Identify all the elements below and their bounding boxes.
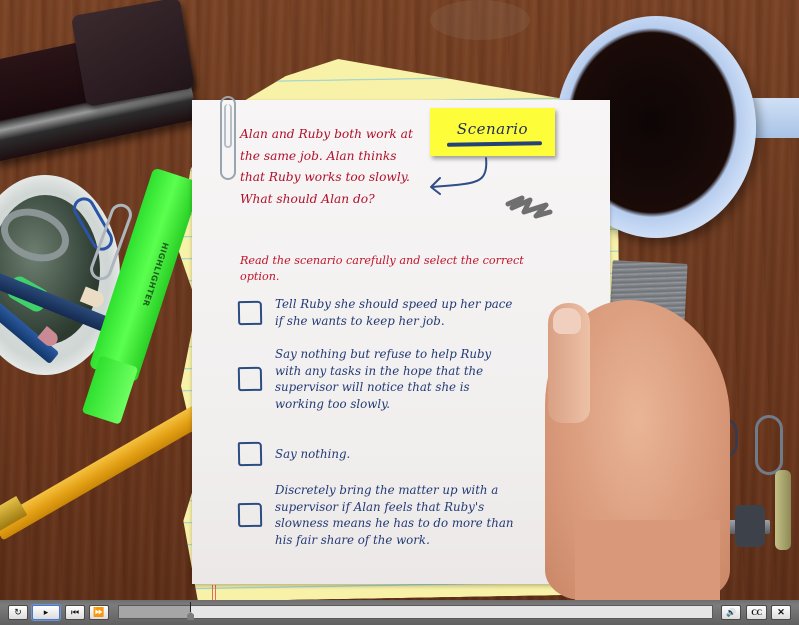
brass-key-image — [775, 470, 791, 550]
volume-icon: 🔊 — [726, 607, 736, 617]
captions-button[interactable]: CC — [746, 605, 767, 620]
fast-forward-icon: ⏩ — [93, 607, 105, 617]
option-2-checkbox[interactable] — [237, 366, 263, 392]
volume-button[interactable]: 🔊 — [721, 605, 741, 620]
paperclip-inner-loop — [224, 104, 232, 148]
lesson-stage: HIGHLIGHTER Alan and Ruby both work at t… — [0, 0, 799, 600]
option-3-label[interactable]: Say nothing. — [275, 446, 515, 463]
option-1-label[interactable]: Tell Ruby she should speed up her pace i… — [275, 296, 515, 329]
progress-scrubber-handle[interactable] — [186, 602, 195, 620]
scribble-icon — [505, 195, 553, 219]
skip-back-icon: ⏮ — [70, 607, 80, 617]
key-head-image — [735, 505, 765, 547]
previous-button[interactable]: ⏮ — [65, 605, 85, 620]
replay-icon: ↻ — [14, 607, 22, 617]
arrow-scribble-graphics — [430, 157, 553, 219]
next-button[interactable]: ⏩ — [89, 605, 109, 620]
coffee-stain — [430, 0, 530, 40]
legal-pad-margin-line — [212, 585, 216, 600]
scenario-question: Alan and Ruby both work at the same job.… — [240, 127, 413, 206]
scenario-sticky-note: Scenario — [430, 108, 555, 156]
wrist-image — [575, 520, 720, 600]
sticky-note-label: Scenario — [456, 120, 529, 138]
player-control-bar: ↻ ▸ ⏮ ⏩ 🔊 CC ✕ — [0, 600, 799, 625]
close-button[interactable]: ✕ — [771, 605, 791, 620]
option-3-checkbox[interactable] — [237, 441, 263, 467]
progress-bar[interactable] — [118, 602, 713, 620]
carabiner-icon — [755, 415, 783, 475]
instruction-text: Read the scenario carefully and select t… — [240, 254, 524, 283]
option-1[interactable]: Tell Ruby she should speed up her pace i… — [237, 296, 538, 329]
stapler-top-image — [70, 0, 196, 107]
option-1-checkbox[interactable] — [237, 300, 263, 325]
play-button[interactable]: ▸ — [32, 605, 60, 620]
curved-arrow-icon — [431, 157, 488, 188]
thumbnail-image — [553, 308, 581, 334]
option-4-label[interactable]: Discretely bring the matter up with a su… — [275, 482, 515, 548]
option-4[interactable]: Discretely bring the matter up with a su… — [237, 482, 538, 548]
replay-button[interactable]: ↻ — [8, 605, 28, 620]
option-2-label[interactable]: Say nothing but refuse to help Ruby with… — [275, 346, 515, 412]
option-3[interactable]: Say nothing. — [237, 441, 538, 467]
option-2[interactable]: Say nothing but refuse to help Ruby with… — [237, 346, 538, 412]
progress-fill — [119, 606, 191, 618]
close-icon: ✕ — [777, 607, 785, 617]
play-icon: ▸ — [43, 607, 49, 617]
closed-captions-icon: CC — [751, 607, 762, 617]
option-4-checkbox[interactable] — [237, 502, 263, 528]
